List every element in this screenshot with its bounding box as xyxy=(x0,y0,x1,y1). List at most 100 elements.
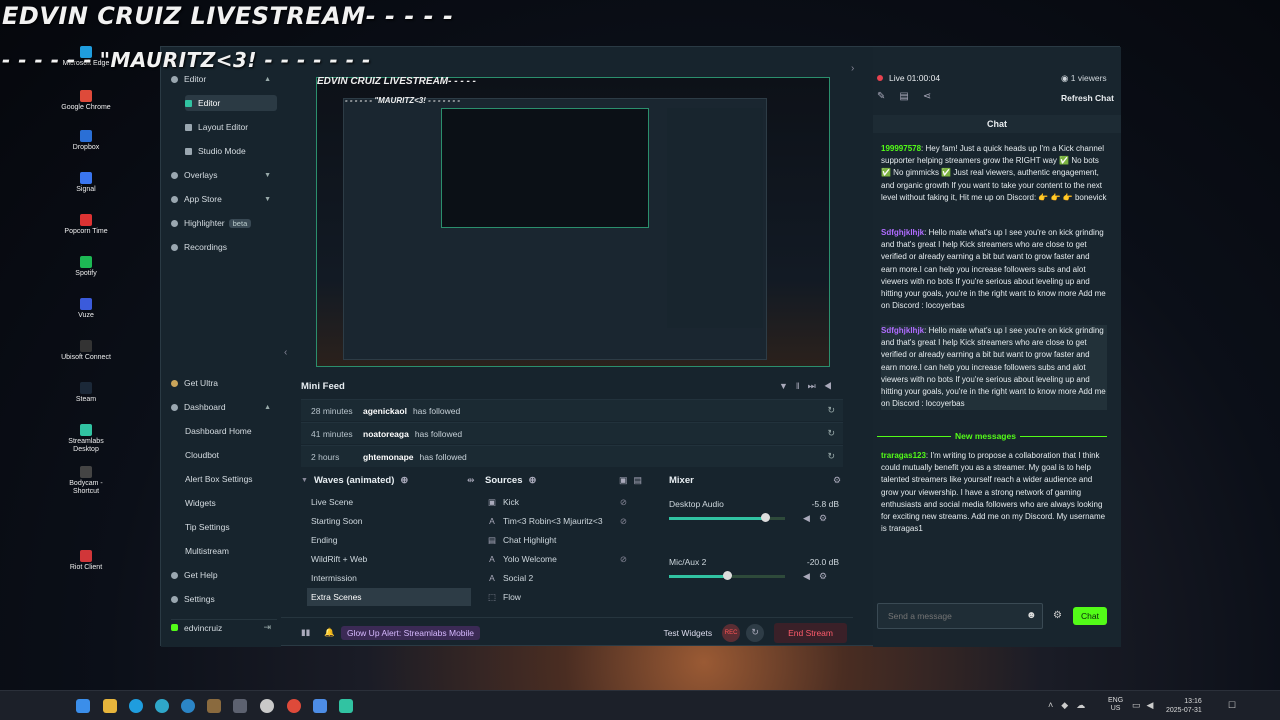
rec-button[interactable]: REC xyxy=(722,623,741,642)
desktop-icon[interactable]: Popcorn Time xyxy=(56,214,116,236)
stream-preview[interactable]: EDVIN CRUIZ LIVESTREAM- - - - - - - - - … xyxy=(316,76,830,367)
popout-icon[interactable]: ▤ xyxy=(899,91,922,102)
scene-item[interactable]: Ending xyxy=(307,531,471,549)
replay-icon[interactable]: ↻ xyxy=(746,623,765,642)
notepad-icon[interactable] xyxy=(313,699,327,713)
scenes-split-icon[interactable]: ⇹ xyxy=(467,475,475,486)
share-icon[interactable]: ⋖ xyxy=(923,91,945,102)
gear-icon[interactable]: ⚙ xyxy=(819,571,827,582)
sidebar-user[interactable]: edvincruiz ⇥ xyxy=(171,619,277,635)
sidebar-item-get-help[interactable]: Get Help xyxy=(171,567,277,583)
sidebar-item-editor-group[interactable]: Editor ▲ xyxy=(171,71,277,87)
layers-icon[interactable]: ▣ xyxy=(619,475,634,485)
sidebar-item-app-store[interactable]: App Store ▼ xyxy=(171,191,277,207)
gear-icon[interactable]: ⚙ xyxy=(819,513,827,524)
send-chat-button[interactable]: Chat xyxy=(1073,607,1107,625)
mixer-gear-icon[interactable]: ⚙ xyxy=(833,475,841,486)
sidebar-item-dashboard-home[interactable]: Dashboard Home xyxy=(185,423,277,439)
sidebar-item-highlighter[interactable]: Highlighter beta xyxy=(171,215,277,231)
sidebar-item-editor[interactable]: Editor xyxy=(185,95,277,111)
sidebar-item-cloudbot[interactable]: Cloudbot xyxy=(185,447,277,463)
chat-settings-icon[interactable]: ⚙ xyxy=(1053,610,1062,621)
end-stream-button[interactable]: End Stream xyxy=(774,622,847,643)
desktop-icon[interactable]: Vuze xyxy=(56,298,116,320)
scene-item[interactable]: Live Scene xyxy=(307,493,471,511)
emoji-icon[interactable]: ☻ xyxy=(1026,610,1037,621)
folder-icon[interactable]: ▤ xyxy=(634,475,649,485)
desktop-icon[interactable]: Signal xyxy=(56,172,116,194)
add-scene-icon[interactable]: ⊕ xyxy=(400,475,408,486)
sidebar-item-studio-mode[interactable]: Studio Mode xyxy=(185,143,277,159)
sidebar-item-widgets[interactable]: Widgets xyxy=(185,495,277,511)
chevron-up-icon[interactable]: ˄ xyxy=(1048,700,1061,710)
source-item[interactable]: A Yolo Welcome ⊘ xyxy=(487,550,631,568)
repeat-alert-icon[interactable]: ↻ xyxy=(827,405,835,416)
source-item[interactable]: ⬚ Flow xyxy=(487,588,631,606)
desktop-icon[interactable]: Steam xyxy=(56,382,116,404)
visibility-icon[interactable]: ⊘ xyxy=(620,554,627,565)
sidebar-item-multistream[interactable]: Multistream xyxy=(185,543,277,559)
stats-icon[interactable]: ▮▮ xyxy=(301,627,310,638)
sidebar-item-alert-box[interactable]: Alert Box Settings xyxy=(185,471,277,487)
desktop-icon[interactable]: Streamlabs Desktop xyxy=(56,424,116,454)
source-item[interactable]: A Social 2 xyxy=(487,569,631,587)
speaker-icon[interactable]: ◀ xyxy=(1147,700,1160,710)
sidebar-item-overlays[interactable]: Overlays ▼ xyxy=(171,167,277,183)
store-icon[interactable] xyxy=(207,699,221,713)
streamlabs-icon[interactable] xyxy=(339,699,353,713)
chat-input[interactable] xyxy=(877,603,1043,629)
sidebar-item-tip-settings[interactable]: Tip Settings xyxy=(185,519,277,535)
collapse-right-icon[interactable]: › xyxy=(851,63,854,74)
mute-icon[interactable]: ◀ xyxy=(803,571,810,582)
sidebar-item-dashboard[interactable]: Dashboard ▲ xyxy=(171,399,277,415)
skip-icon[interactable]: ⏭ xyxy=(808,381,824,391)
desktop-icon[interactable]: Google Chrome xyxy=(56,90,116,112)
sidebar-item-layout-editor[interactable]: Layout Editor xyxy=(185,119,277,135)
windows-start-icon[interactable] xyxy=(76,699,90,713)
source-item[interactable]: ▤ Chat Highlight xyxy=(487,531,631,549)
chat-username[interactable]: 199997578 xyxy=(881,144,921,153)
cloud-icon[interactable]: ☁ xyxy=(1076,700,1093,710)
volume-handle[interactable] xyxy=(761,513,771,522)
chrome-icon[interactable] xyxy=(287,699,301,713)
desktop-icon[interactable]: Dropbox xyxy=(56,130,116,152)
chevron-down-icon[interactable]: ▼ xyxy=(301,477,308,484)
pause-icon[interactable]: ‖ xyxy=(796,381,808,391)
scene-collection-name[interactable]: Waves (animated) xyxy=(314,475,394,486)
visibility-icon[interactable]: ⊘ xyxy=(620,516,627,527)
volume-handle[interactable] xyxy=(723,571,732,580)
logout-icon[interactable]: ⇥ xyxy=(263,622,271,633)
scene-item[interactable]: WildRift + Web xyxy=(307,550,471,568)
pencil-icon[interactable]: ✎ xyxy=(877,91,899,102)
chat-username[interactable]: Sdfghjklhjk xyxy=(881,228,924,237)
sidebar-item-recordings[interactable]: Recordings xyxy=(171,239,277,255)
file-explorer-icon[interactable] xyxy=(103,699,117,713)
test-widgets-button[interactable]: Test Widgets xyxy=(663,628,712,638)
chat-username[interactable]: Sdfghjklhjk xyxy=(881,326,924,335)
sidebar-item-settings[interactable]: Settings xyxy=(171,591,277,607)
mute-icon[interactable]: ◀ xyxy=(803,513,810,524)
glow-up-alert[interactable]: Glow Up Alert: Streamlabs Mobile xyxy=(340,625,481,640)
desktop-icon[interactable]: Bodycam - Shortcut xyxy=(56,466,116,496)
edge-beta-icon[interactable] xyxy=(181,699,195,713)
filter-icon[interactable]: ▼ xyxy=(779,381,796,391)
clock[interactable]: 13:16 2025-07-31 xyxy=(1166,697,1202,715)
edge-icon[interactable] xyxy=(129,699,143,713)
visibility-icon[interactable]: ⊘ xyxy=(620,497,627,508)
sidebar-item-get-ultra[interactable]: Get Ultra xyxy=(171,375,277,391)
scene-item[interactable]: Intermission xyxy=(307,569,471,587)
desktop-icon[interactable]: Spotify xyxy=(56,256,116,278)
media-player-icon[interactable] xyxy=(233,699,247,713)
source-item[interactable]: ▣ Kick ⊘ xyxy=(487,493,631,511)
notification-icon[interactable]: ☐ xyxy=(1228,700,1236,711)
refresh-chat-button[interactable]: Refresh Chat xyxy=(1061,93,1114,103)
chat-username[interactable]: traragas123 xyxy=(881,451,926,460)
language-indicator[interactable]: ENG US xyxy=(1108,697,1123,713)
desktop-icon[interactable]: Ubisoft Connect xyxy=(56,340,116,362)
scene-item[interactable]: Starting Soon xyxy=(307,512,471,530)
desktop-icon[interactable]: Riot Client xyxy=(56,550,116,572)
scene-item[interactable]: Extra Scenes xyxy=(307,588,471,606)
repeat-alert-icon[interactable]: ↻ xyxy=(827,451,835,462)
dropbox-icon[interactable]: ◆ xyxy=(1061,700,1076,710)
volume-icon[interactable]: ◀ xyxy=(824,381,840,391)
